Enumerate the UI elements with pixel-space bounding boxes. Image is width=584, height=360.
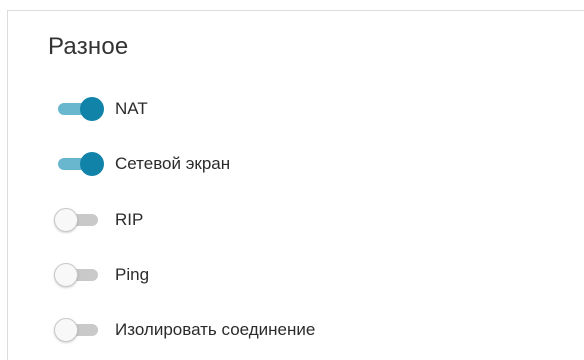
section-title: Разное <box>48 33 129 60</box>
firewall-toggle[interactable] <box>54 151 104 177</box>
ping-toggle[interactable] <box>54 262 104 288</box>
toggle-knob <box>54 318 78 342</box>
toggle-knob <box>80 152 104 176</box>
misc-settings-panel: Разное NAT Сетевой экран RIP Ping Изолир… <box>7 10 584 360</box>
toggle-row-isolate[interactable]: Изолировать соединение <box>54 317 315 343</box>
isolate-connection-toggle[interactable] <box>54 317 104 343</box>
firewall-toggle-label: Сетевой экран <box>115 154 231 173</box>
toggle-row-ping[interactable]: Ping <box>54 262 149 288</box>
toggle-knob <box>80 97 104 121</box>
nat-toggle-label: NAT <box>115 99 148 118</box>
toggle-knob <box>54 208 78 232</box>
isolate-connection-toggle-label: Изолировать соединение <box>115 320 316 339</box>
toggle-row-firewall[interactable]: Сетевой экран <box>54 151 230 177</box>
toggle-row-nat[interactable]: NAT <box>54 96 148 122</box>
toggle-knob <box>54 263 78 287</box>
rip-toggle-label: RIP <box>115 210 144 229</box>
nat-toggle[interactable] <box>54 96 104 122</box>
rip-toggle[interactable] <box>54 207 104 233</box>
ping-toggle-label: Ping <box>115 265 150 284</box>
toggle-row-rip[interactable]: RIP <box>54 207 143 233</box>
